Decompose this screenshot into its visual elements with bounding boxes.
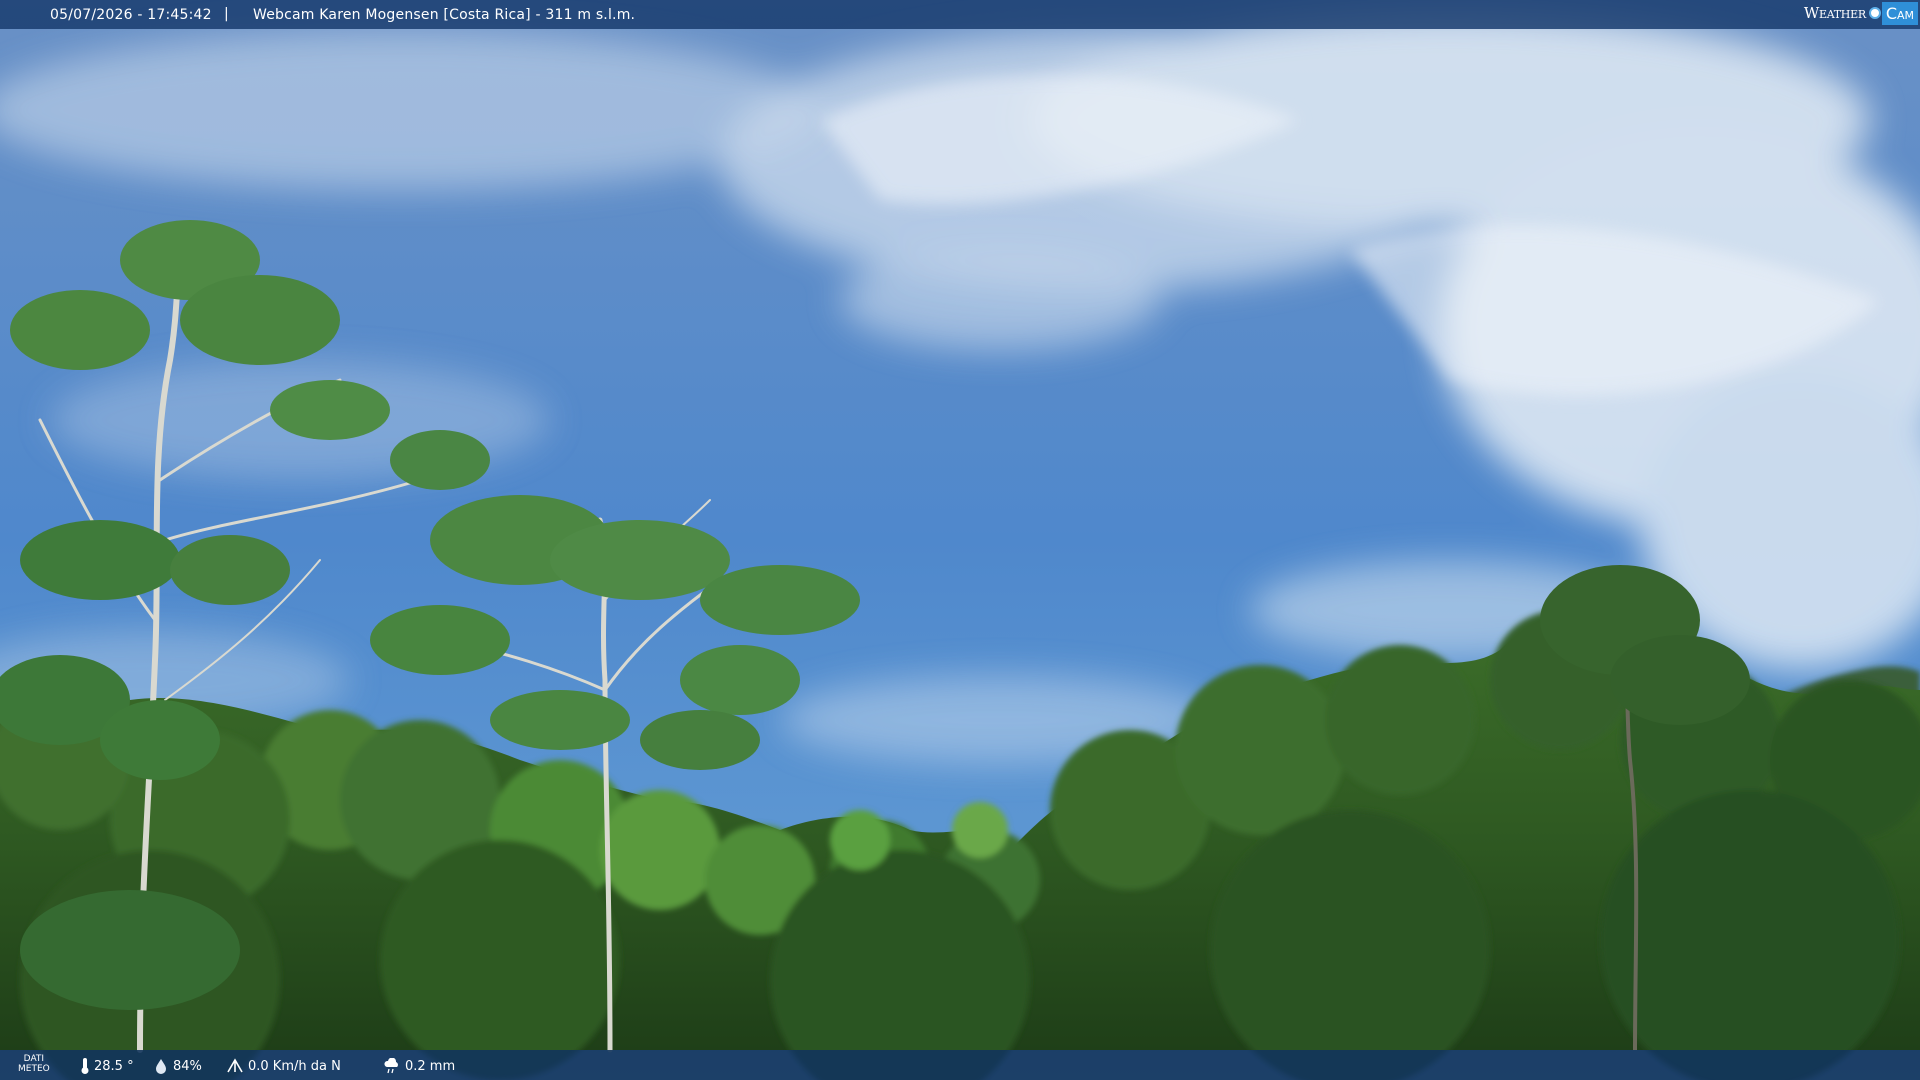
wind-value: 0.0 Km/h da N — [248, 1058, 341, 1074]
thermometer-icon — [81, 1058, 89, 1074]
rain-value: 0.2 mm — [405, 1058, 456, 1074]
timestamp: 05/07/2026 - 17:45:42 — [50, 7, 212, 23]
meteo-bar: DATI METEO 28.5 ° 84% 0.0 Km/h da N 0.2 … — [0, 1050, 1920, 1080]
meteo-label-line2: METEO — [18, 1064, 50, 1074]
separator: | — [224, 6, 229, 22]
wind-readout: 0.0 Km/h da N — [226, 1058, 341, 1074]
top-info-bar: 05/07/2026 - 17:45:42 | Webcam Karen Mog… — [0, 0, 1920, 29]
temperature-value: 28.5 ° — [94, 1058, 134, 1074]
weathercam-logo: Weather Cam — [1802, 1, 1918, 25]
rain-readout: 0.2 mm — [383, 1058, 455, 1074]
humidity-readout: 84% — [153, 1058, 202, 1074]
logo-weather-text: Weather — [1803, 4, 1866, 22]
meteo-label-line1: DATI — [23, 1054, 45, 1064]
meteo-label: DATI METEO — [18, 1054, 50, 1074]
humidity-value: 84% — [173, 1058, 202, 1074]
webcam-scene — [0, 0, 1920, 1080]
logo-dot-icon — [1868, 7, 1881, 19]
humidity-drop-icon — [156, 1059, 166, 1074]
logo-cam-text: Cam — [1881, 1, 1918, 25]
temperature-readout: 28.5 ° — [80, 1058, 134, 1074]
wind-icon — [227, 1058, 243, 1073]
rain-cloud-icon — [384, 1058, 398, 1074]
webcam-title: Webcam Karen Mogensen [Costa Rica] - 311… — [253, 7, 636, 23]
